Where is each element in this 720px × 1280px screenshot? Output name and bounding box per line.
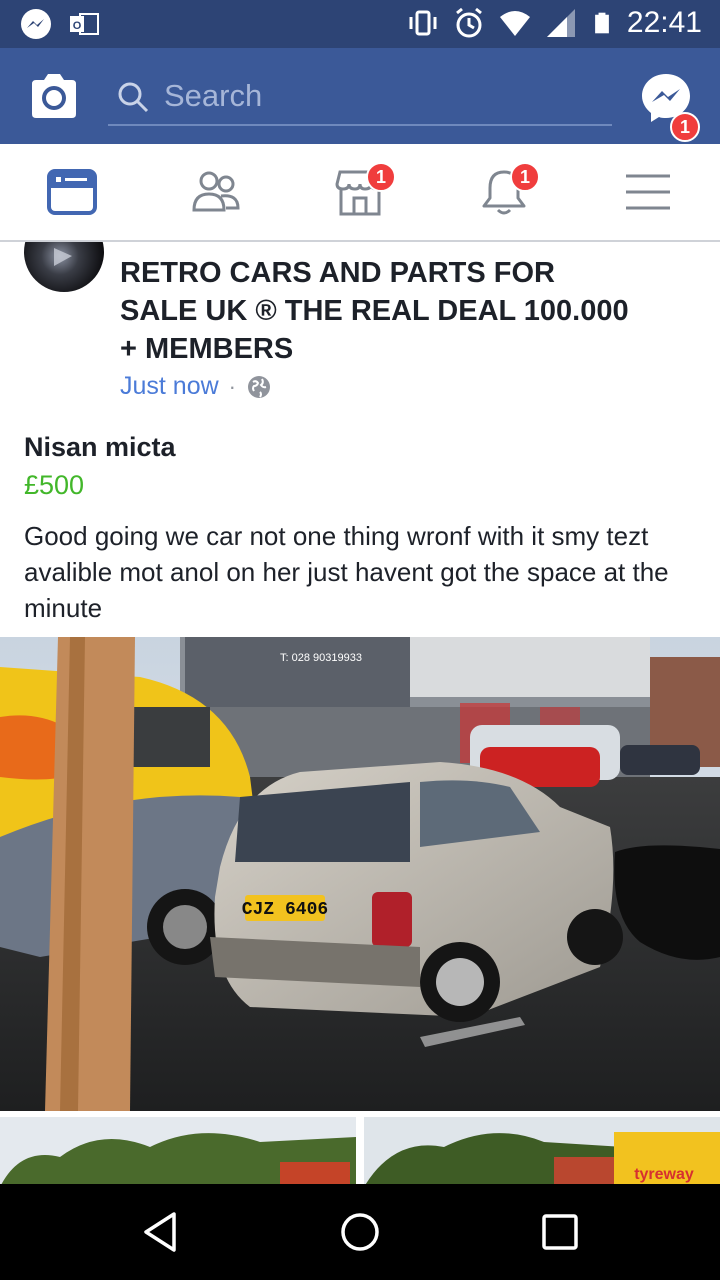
messenger-badge: 1 [670,112,700,142]
status-bar: O 22:41 [0,0,720,48]
notifications-badge: 1 [510,162,540,192]
outlook-icon: O [70,13,99,35]
item-price: £500 [24,470,85,500]
globe-icon [248,375,270,398]
friends-icon [192,171,240,212]
meta-separator: · [228,373,236,399]
marketplace-post: RETRO CARS AND PARTS FOR SALE UK ® THE R… [0,242,720,1184]
tab-menu[interactable] [576,144,720,240]
clock: 22:41 [626,6,702,39]
android-nav-bar [0,1184,720,1280]
search-bar[interactable] [108,68,612,126]
back-icon[interactable] [138,1210,182,1254]
tab-news-feed[interactable] [0,144,144,240]
wifi-icon [499,11,530,36]
tab-friends[interactable] [144,144,288,240]
home-icon[interactable] [338,1210,382,1254]
group-name-link[interactable]: RETRO CARS AND PARTS FOR SALE UK ® THE R… [120,254,640,368]
thumbnail-photo-2[interactable]: tyreway [364,1117,720,1184]
camera-icon[interactable] [28,72,80,120]
post-meta: Just now · [120,372,272,401]
search-input[interactable] [164,78,584,114]
sign-phone: T: 028 90319933 [280,652,362,664]
messenger-icon [21,9,51,39]
svg-text:O: O [73,20,82,32]
thumbnail-photo-1[interactable] [0,1117,356,1184]
tab-notifications[interactable] [432,144,576,240]
post-timestamp[interactable]: Just now [120,372,219,401]
search-icon [118,82,149,113]
vibrate-icon [409,10,437,36]
thumbnail-image-2: tyreway [364,1117,720,1184]
thumbnail-text: tyreway [634,1166,694,1183]
alarm-icon [455,7,482,38]
item-title: Nisan micta [24,432,176,462]
app-header: 1 [0,48,720,144]
signal-icon [546,9,575,37]
main-photo[interactable]: T: 028 90319933 CJZ 6406 [0,637,720,1111]
battery-icon [595,12,609,34]
item-description: Good going we car not one thing wronf wi… [24,521,669,623]
news-feed-icon [47,169,97,215]
hamburger-menu-icon [626,174,670,210]
marketplace-badge: 1 [366,162,396,192]
car-photo: T: 028 90319933 CJZ 6406 [0,637,720,1111]
thumbnail-image-1 [0,1117,356,1184]
license-plate: CJZ 6406 [242,900,328,920]
recents-icon[interactable] [538,1210,582,1254]
tab-marketplace[interactable] [288,144,432,240]
avatar-image [54,248,72,266]
nav-tabs: 1 1 [0,144,720,242]
avatar[interactable] [24,242,104,292]
